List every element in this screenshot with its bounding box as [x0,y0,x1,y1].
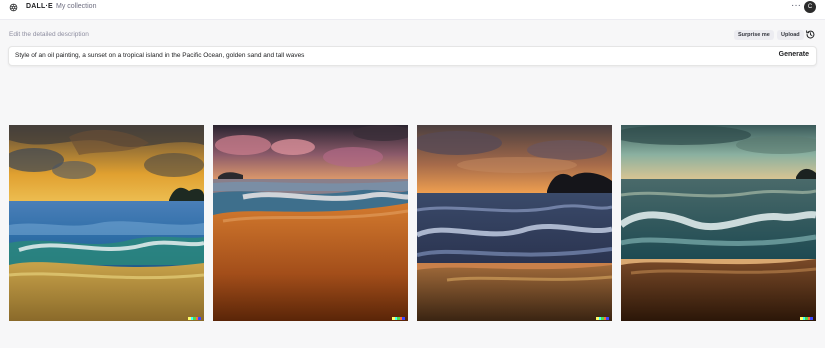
image-grid [9,125,817,321]
prompt-input[interactable]: Style of an oil painting, a sunset on a … [8,46,817,66]
surprise-me-button[interactable]: Surprise me [734,30,774,40]
upload-button[interactable]: Upload [777,30,804,40]
avatar[interactable]: C [804,1,816,13]
more-options-button[interactable]: ··· [791,0,801,12]
signature-watermark [188,317,201,320]
history-icon[interactable] [805,29,816,40]
openai-logo-icon[interactable] [9,3,18,12]
signature-watermark [596,317,609,320]
top-bar: DALL·E My collection ··· C [0,0,825,20]
generated-image-2[interactable] [213,125,408,321]
signature-watermark [800,317,813,320]
description-label: Edit the detailed description [9,31,89,38]
generated-image-1[interactable] [9,125,204,321]
generated-image-4[interactable] [621,125,816,321]
my-collection-link[interactable]: My collection [56,3,96,10]
brand-title[interactable]: DALL·E [26,3,53,10]
signature-watermark [392,317,405,320]
prompt-text[interactable]: Style of an oil painting, a sunset on a … [15,52,304,59]
generated-image-3[interactable] [417,125,612,321]
generate-button[interactable]: Generate [779,51,809,58]
